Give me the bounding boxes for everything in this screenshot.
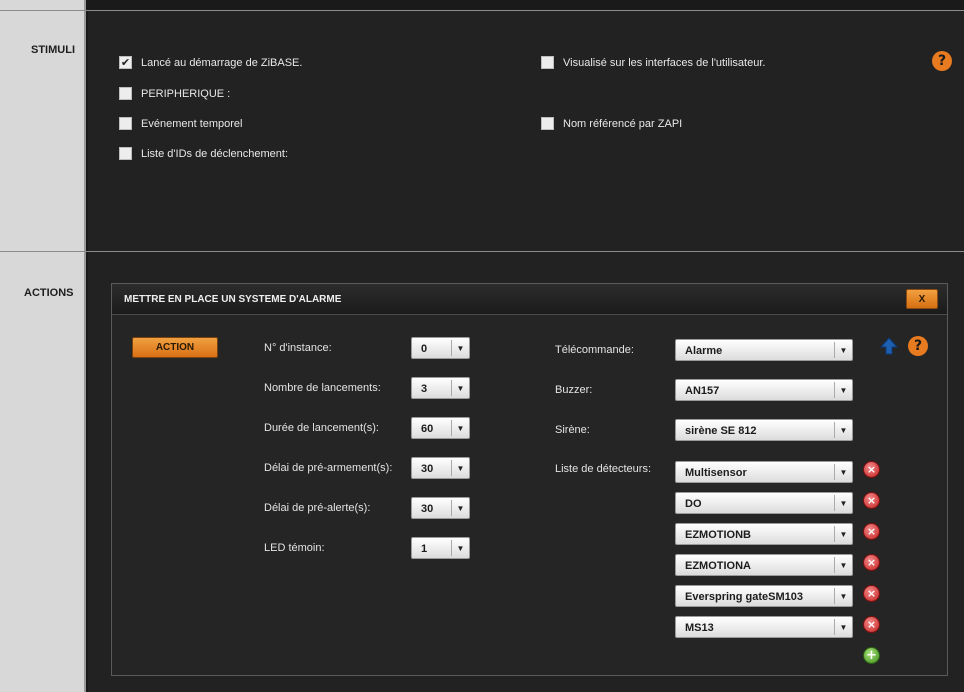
select-value: 30 [421, 503, 434, 515]
select-value: 0 [421, 343, 428, 355]
checkbox-label: Visualisé sur les interfaces de l'utilis… [563, 56, 766, 69]
chevron-down-icon: ▼ [834, 588, 852, 604]
checkbox-label: PERIPHERIQUE : [141, 87, 231, 100]
detector-select[interactable]: Multisensor ▼ [675, 461, 853, 483]
prearm-delay-select[interactable]: 30 ▼ [411, 457, 470, 479]
remove-detector-icon[interactable]: × [863, 492, 880, 509]
chevron-down-icon: ▼ [451, 540, 469, 556]
chevron-down-icon: ▼ [451, 420, 469, 436]
checkbox-checked[interactable]: ✔ [119, 56, 132, 69]
siren-select[interactable]: sirène SE 812 ▼ [675, 419, 853, 441]
left-column [0, 0, 86, 692]
detector-select[interactable]: EZMOTIONA ▼ [675, 554, 853, 576]
remote-label: Télécommande: [555, 344, 634, 356]
select-value: EZMOTIONA [685, 560, 751, 572]
select-value: MS13 [685, 622, 714, 634]
close-button[interactable]: X [906, 289, 938, 309]
buzzer-select[interactable]: AN157 ▼ [675, 379, 853, 401]
led-select[interactable]: 1 ▼ [411, 537, 470, 559]
select-value: DO [685, 498, 702, 510]
checkbox-label: Evénement temporel [141, 117, 243, 130]
chevron-down-icon: ▼ [834, 422, 852, 438]
move-up-icon[interactable] [880, 337, 898, 355]
select-value: Alarme [685, 345, 723, 357]
stimulus-launch-at-startup[interactable]: ✔ Lancé au démarrage de ZiBASE. [119, 56, 302, 69]
chevron-down-icon: ▼ [834, 342, 852, 358]
chevron-down-icon: ▼ [834, 619, 852, 635]
dialog-title: METTRE EN PLACE UN SYSTEME D'ALARME [124, 294, 342, 305]
checkbox[interactable] [119, 147, 132, 160]
chevron-down-icon: ▼ [451, 340, 469, 356]
checkbox-label: Liste d'IDs de déclenchement: [141, 147, 289, 160]
checkbox[interactable] [119, 87, 132, 100]
stimulus-peripheral[interactable]: PERIPHERIQUE : [119, 87, 230, 100]
select-value: 1 [421, 543, 428, 555]
chevron-down-icon: ▼ [451, 380, 469, 396]
detectors-label: Liste de détecteurs: [555, 463, 652, 475]
remove-detector-icon[interactable]: × [863, 616, 880, 633]
siren-label: Sirène: [555, 424, 590, 436]
select-value: Everspring gateSM103 [685, 591, 803, 603]
checkbox-label: Nom référencé par ZAPI [563, 117, 683, 130]
section-label-stimuli: STIMULI [31, 44, 75, 56]
action-button[interactable]: ACTION [132, 337, 218, 358]
launches-select[interactable]: 3 ▼ [411, 377, 470, 399]
launches-label: Nombre de lancements: [264, 382, 381, 394]
prearm-delay-label: Délai de pré-armement(s): [264, 462, 393, 474]
detector-select[interactable]: MS13 ▼ [675, 616, 853, 638]
duration-select[interactable]: 60 ▼ [411, 417, 470, 439]
help-icon[interactable]: ? [908, 336, 928, 356]
chevron-down-icon: ▼ [451, 500, 469, 516]
detector-select[interactable]: Everspring gateSM103 ▼ [675, 585, 853, 607]
stimulus-trigger-ids[interactable]: Liste d'IDs de déclenchement: [119, 147, 288, 160]
prealert-delay-select[interactable]: 30 ▼ [411, 497, 470, 519]
dialog-header: METTRE EN PLACE UN SYSTEME D'ALARME X [112, 284, 947, 315]
select-value: sirène SE 812 [685, 425, 757, 437]
remove-detector-icon[interactable]: × [863, 523, 880, 540]
stimuli-area [88, 11, 964, 251]
select-value: 60 [421, 423, 434, 435]
remove-detector-icon[interactable]: × [863, 554, 880, 571]
checkbox-label: Lancé au démarrage de ZiBASE. [141, 56, 303, 69]
select-value: EZMOTIONB [685, 529, 751, 541]
remote-select[interactable]: Alarme ▼ [675, 339, 853, 361]
stimulus-zapi-name[interactable]: Nom référencé par ZAPI [541, 117, 682, 130]
remove-detector-icon[interactable]: × [863, 461, 880, 478]
section-label-actions: ACTIONS [24, 287, 74, 299]
stimulus-time-event[interactable]: Evénement temporel [119, 117, 243, 130]
instance-label: N° d'instance: [264, 342, 332, 354]
buzzer-label: Buzzer: [555, 384, 593, 396]
help-icon[interactable]: ? [932, 51, 952, 71]
chevron-down-icon: ▼ [834, 557, 852, 573]
select-value: 30 [421, 463, 434, 475]
chevron-down-icon: ▼ [834, 526, 852, 542]
prealert-delay-label: Délai de pré-alerte(s): [264, 502, 371, 514]
detector-select[interactable]: EZMOTIONB ▼ [675, 523, 853, 545]
instance-select[interactable]: 0 ▼ [411, 337, 470, 359]
led-label: LED témoin: [264, 542, 325, 554]
chevron-down-icon: ▼ [834, 495, 852, 511]
chevron-down-icon: ▼ [834, 382, 852, 398]
stimulus-visible-on-ui[interactable]: Visualisé sur les interfaces de l'utilis… [541, 56, 765, 69]
chevron-down-icon: ▼ [451, 460, 469, 476]
detector-select[interactable]: DO ▼ [675, 492, 853, 514]
select-value: AN157 [685, 385, 720, 397]
checkbox[interactable] [541, 117, 554, 130]
select-value: Multisensor [685, 467, 747, 479]
checkbox[interactable] [119, 117, 132, 130]
checkbox[interactable] [541, 56, 554, 69]
chevron-down-icon: ▼ [834, 464, 852, 480]
duration-label: Durée de lancement(s): [264, 422, 379, 434]
select-value: 3 [421, 383, 428, 395]
add-detector-icon[interactable]: + [863, 647, 880, 664]
remove-detector-icon[interactable]: × [863, 585, 880, 602]
